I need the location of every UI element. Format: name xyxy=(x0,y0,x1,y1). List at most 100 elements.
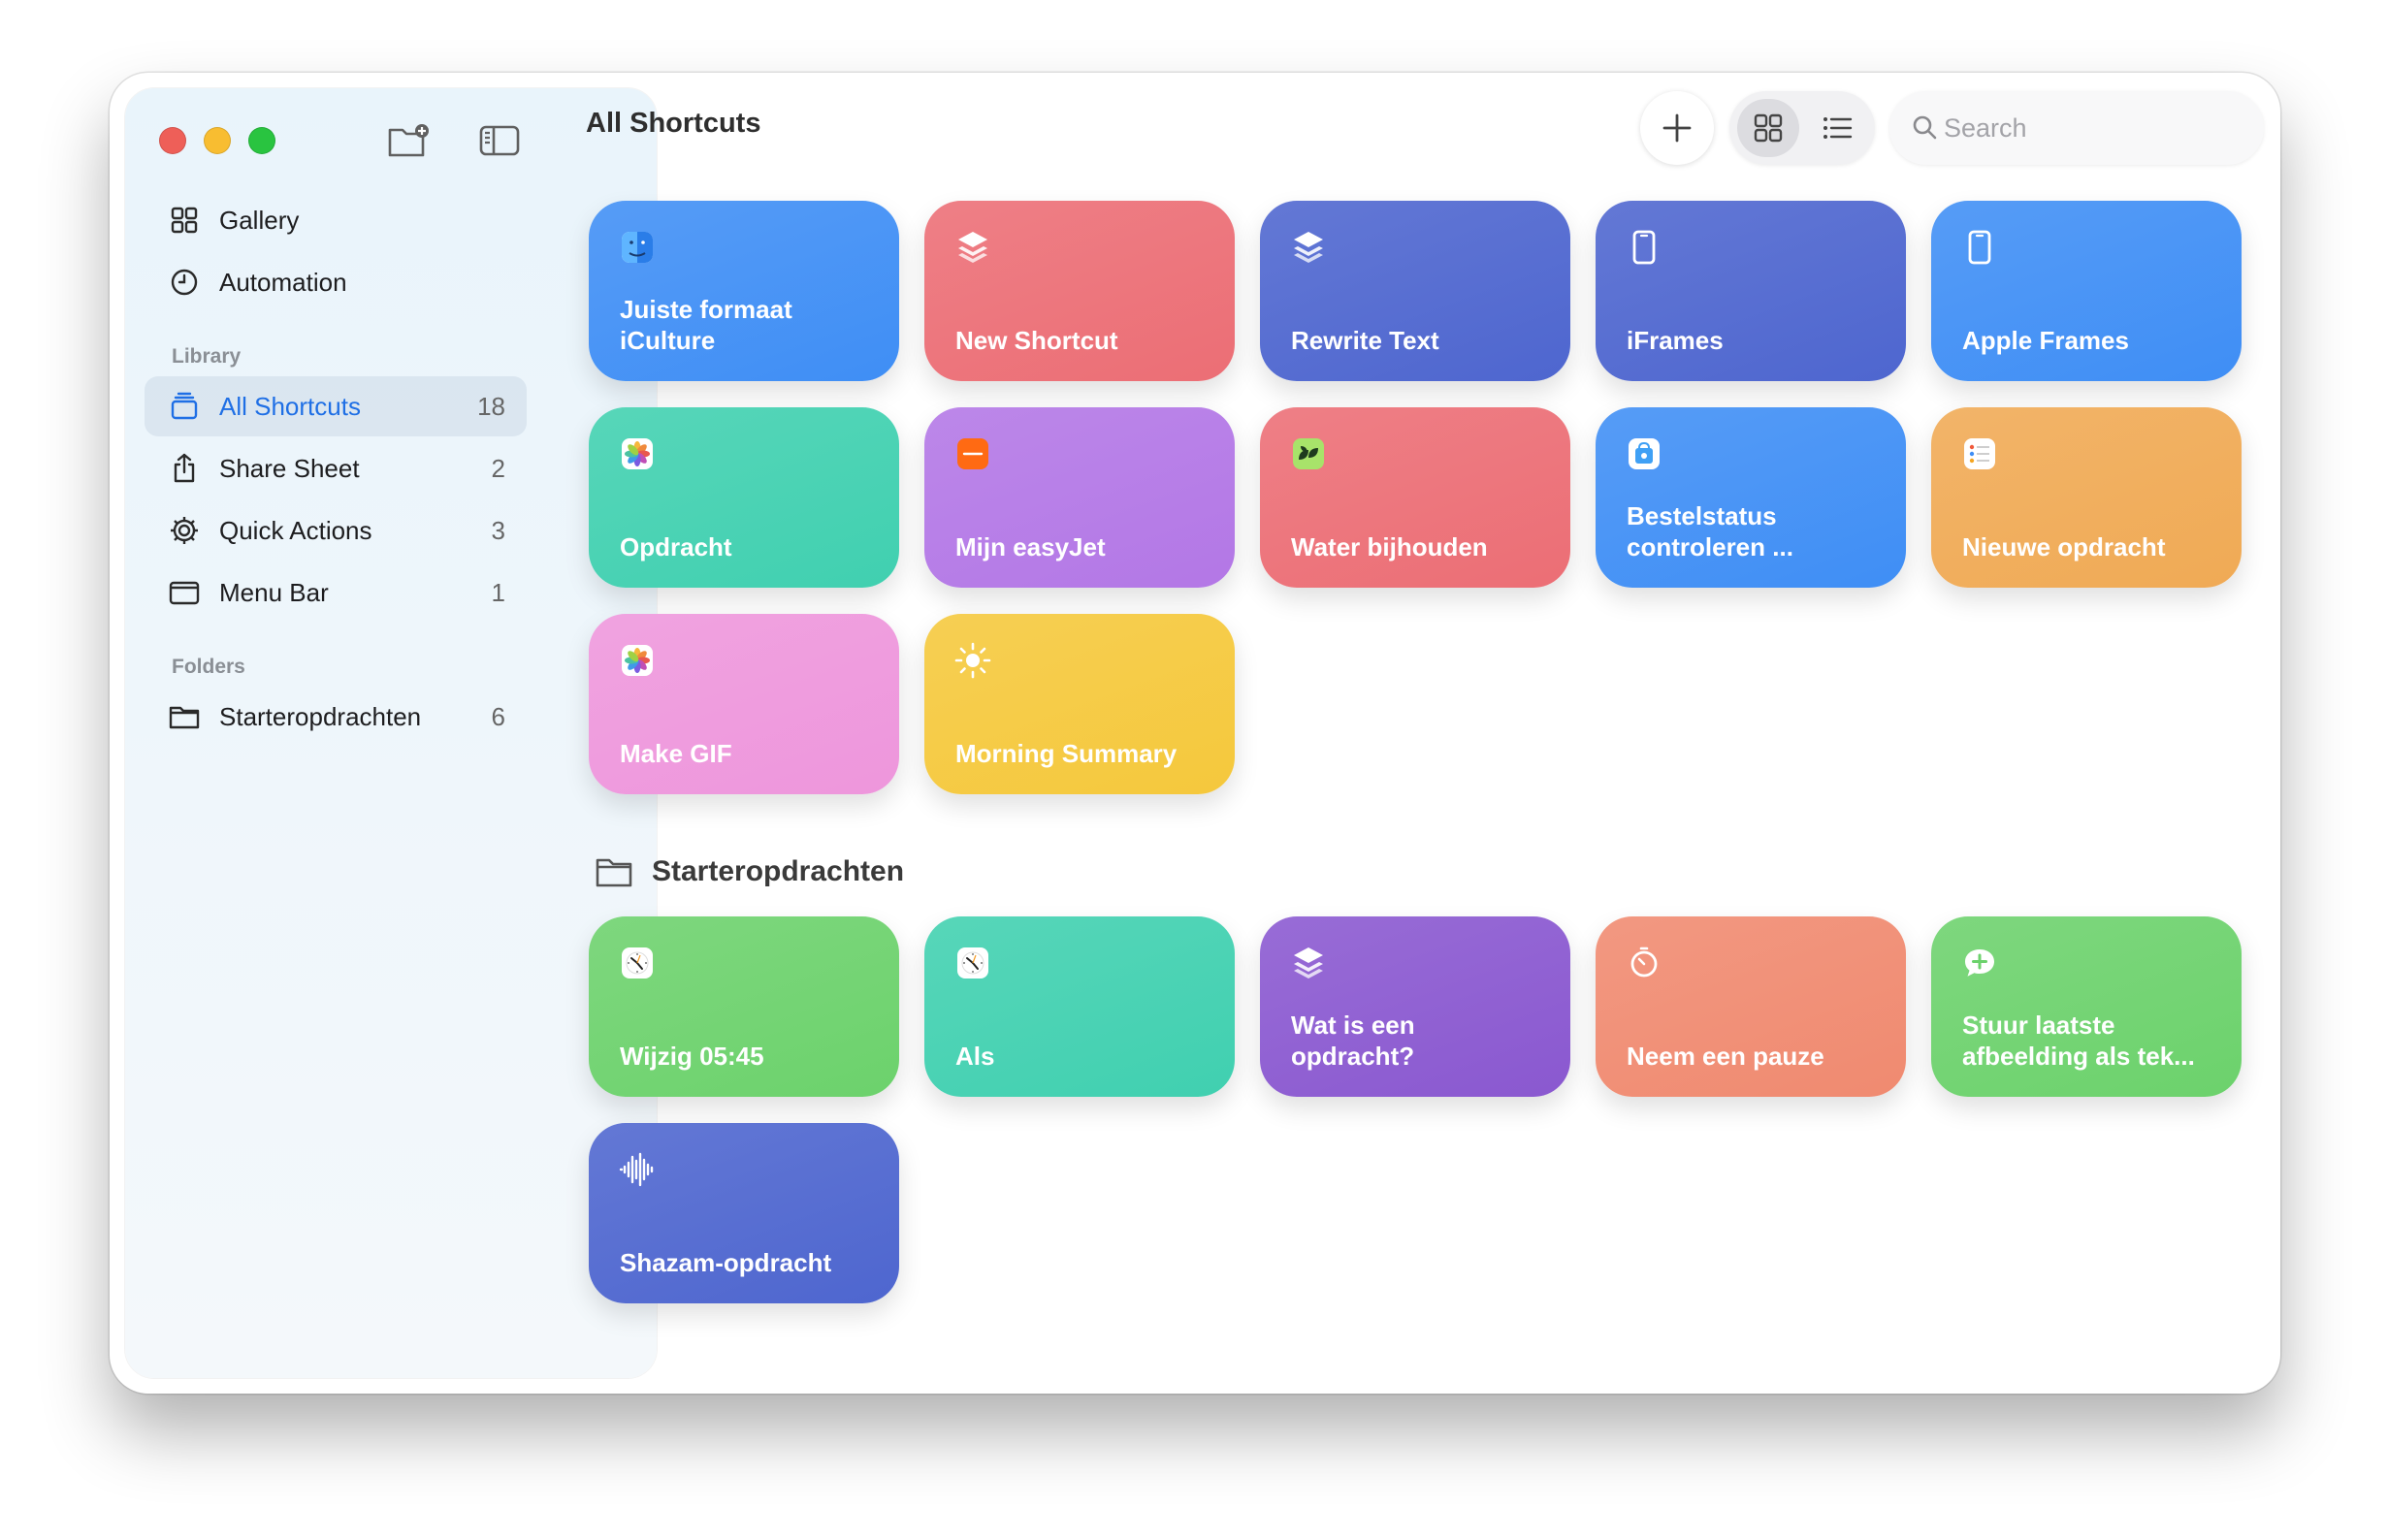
shortcut-tile-label: New Shortcut xyxy=(955,326,1118,355)
shortcut-tile[interactable]: Rewrite Text xyxy=(1260,201,1570,381)
clock-app-icon xyxy=(618,944,657,982)
sidebar-item-label: Menu Bar xyxy=(219,577,329,607)
sun-icon xyxy=(953,641,992,680)
folder-icon xyxy=(596,858,632,887)
folder-icon xyxy=(168,700,201,733)
shortcut-tile[interactable]: Morning Summary xyxy=(924,614,1235,794)
shortcut-tile-label: iFrames xyxy=(1627,326,1724,355)
search-input[interactable] xyxy=(1944,112,2235,144)
share-icon xyxy=(168,452,201,485)
shortcut-tile-label: Apple Frames xyxy=(1962,326,2129,355)
clock-app-icon xyxy=(953,944,992,982)
phone-icon xyxy=(1960,228,1999,267)
sidebar-item-gallery[interactable]: Gallery xyxy=(145,190,527,250)
toggle-sidebar-button[interactable] xyxy=(478,121,521,160)
timer-icon xyxy=(1625,944,1663,982)
sidebar-item-share-sheet[interactable]: Share Sheet 2 xyxy=(145,438,527,498)
sidebar: Gallery Automation Library All Shortcuts… xyxy=(125,88,657,1378)
shortcut-tile[interactable]: Wijzig 05:45 xyxy=(589,916,899,1097)
stack-icon xyxy=(168,390,201,423)
shortcut-tile[interactable]: Opdracht xyxy=(589,407,899,588)
shortcut-tile-label: Als xyxy=(955,1042,995,1071)
library-section-label: Library xyxy=(172,345,242,368)
shortcut-tile[interactable]: Bestelstatus controleren ... xyxy=(1596,407,1906,588)
shortcut-tile[interactable]: New Shortcut xyxy=(924,201,1235,381)
grid-icon xyxy=(168,204,201,237)
sidebar-item-automation[interactable]: Automation xyxy=(145,252,527,312)
shortcut-tile[interactable]: Mijn easyJet xyxy=(924,407,1235,588)
easyjet-icon xyxy=(953,434,992,473)
shortcut-tile-label: Opdracht xyxy=(620,532,732,561)
grid-view-button[interactable] xyxy=(1737,99,1799,157)
sidebar-item-label: Quick Actions xyxy=(219,515,372,545)
shortcut-tile[interactable]: iFrames xyxy=(1596,201,1906,381)
add-shortcut-button[interactable] xyxy=(1640,91,1714,165)
photos-icon xyxy=(618,434,657,473)
sidebar-item-count: 18 xyxy=(477,391,505,421)
shortcut-tile-label: Make GIF xyxy=(620,739,732,768)
shortcut-tile[interactable]: Neem een pauze xyxy=(1596,916,1906,1097)
shortcut-tile-label: Mijn easyJet xyxy=(955,532,1106,561)
folder-section-title: Starteropdrachten xyxy=(652,855,905,887)
minimize-window-button[interactable] xyxy=(204,127,231,154)
shortcut-tile-label: Rewrite Text xyxy=(1291,326,1439,355)
shortcut-tile-label: Water bijhouden xyxy=(1291,532,1488,561)
sidebar-item-label: All Shortcuts xyxy=(219,391,361,421)
sidebar-item-all-shortcuts[interactable]: All Shortcuts 18 xyxy=(145,376,527,436)
folder-section-header: Starteropdrachten xyxy=(595,854,904,889)
close-window-button[interactable] xyxy=(159,127,186,154)
phone-icon xyxy=(1625,228,1663,267)
sidebar-item-count: 3 xyxy=(491,515,505,545)
search-field[interactable] xyxy=(1889,91,2264,165)
sidebar-item-label: Share Sheet xyxy=(219,453,360,483)
menubar-icon xyxy=(168,576,201,609)
shortcut-tile-label: Morning Summary xyxy=(955,739,1178,768)
photos-icon xyxy=(618,641,657,680)
page-title: All Shortcuts xyxy=(586,108,761,139)
shortcut-tile-label: Nieuwe opdracht xyxy=(1962,532,2166,561)
reminders-icon xyxy=(1960,434,1999,473)
shortcut-tile-label: Wijzig 05:45 xyxy=(620,1042,764,1071)
view-mode-switcher xyxy=(1729,91,1875,165)
shortcut-tile-label: Neem een pauze xyxy=(1627,1042,1824,1071)
shortcuts-window: Gallery Automation Library All Shortcuts… xyxy=(110,73,2280,1394)
sidebar-item-label: Gallery xyxy=(219,205,300,235)
list-view-button[interactable] xyxy=(1807,99,1867,157)
sidebar-item-label: Automation xyxy=(219,267,347,297)
gear-icon xyxy=(168,514,201,547)
message-plus-icon xyxy=(1960,944,1999,982)
plus-icon xyxy=(1662,113,1692,143)
shortcut-tile-label: Juiste formaat iCulture xyxy=(620,295,792,355)
folders-section-label: Folders xyxy=(172,656,245,678)
new-folder-button[interactable] xyxy=(387,121,430,160)
zoom-window-button[interactable] xyxy=(248,127,275,154)
shortcut-tile-label: Bestelstatus controleren ... xyxy=(1627,501,1793,561)
finder-icon xyxy=(618,228,657,267)
shortcut-tile[interactable]: Stuur laatste afbeelding als tek... xyxy=(1931,916,2242,1097)
sidebar-item-count: 1 xyxy=(491,577,505,607)
shortcut-tile[interactable]: Apple Frames xyxy=(1931,201,2242,381)
sidebar-toggle-icon xyxy=(479,125,520,156)
grid-view-icon xyxy=(1754,113,1783,143)
shortcut-tile[interactable]: Als xyxy=(924,916,1235,1097)
shortcut-tile[interactable]: Nieuwe opdracht xyxy=(1931,407,2242,588)
sidebar-item-label: Starteropdrachten xyxy=(219,701,422,731)
shortcut-tile[interactable]: Shazam-opdracht xyxy=(589,1123,899,1303)
sidebar-item-quick-actions[interactable]: Quick Actions 3 xyxy=(145,500,527,561)
folder-plus-icon xyxy=(388,124,429,157)
shortcut-tile[interactable]: Juiste formaat iCulture xyxy=(589,201,899,381)
shortcut-tile-label: Wat is een opdracht? xyxy=(1291,1011,1415,1071)
layers-icon xyxy=(953,228,992,267)
sidebar-item-starteropdrachten[interactable]: Starteropdrachten 6 xyxy=(145,687,527,747)
shortcut-tile[interactable]: Water bijhouden xyxy=(1260,407,1570,588)
clock-icon xyxy=(168,266,201,299)
shortcut-tile[interactable]: Wat is een opdracht? xyxy=(1260,916,1570,1097)
layers-icon xyxy=(1289,944,1328,982)
sidebar-item-menu-bar[interactable]: Menu Bar 1 xyxy=(145,562,527,623)
waveform-icon xyxy=(618,1150,657,1189)
shortcut-tile-label: Stuur laatste afbeelding als tek... xyxy=(1962,1011,2195,1071)
apple-store-icon xyxy=(1625,434,1663,473)
shortcut-tile-label: Shazam-opdracht xyxy=(620,1248,832,1277)
sidebar-item-count: 6 xyxy=(491,701,505,731)
shortcut-tile[interactable]: Make GIF xyxy=(589,614,899,794)
